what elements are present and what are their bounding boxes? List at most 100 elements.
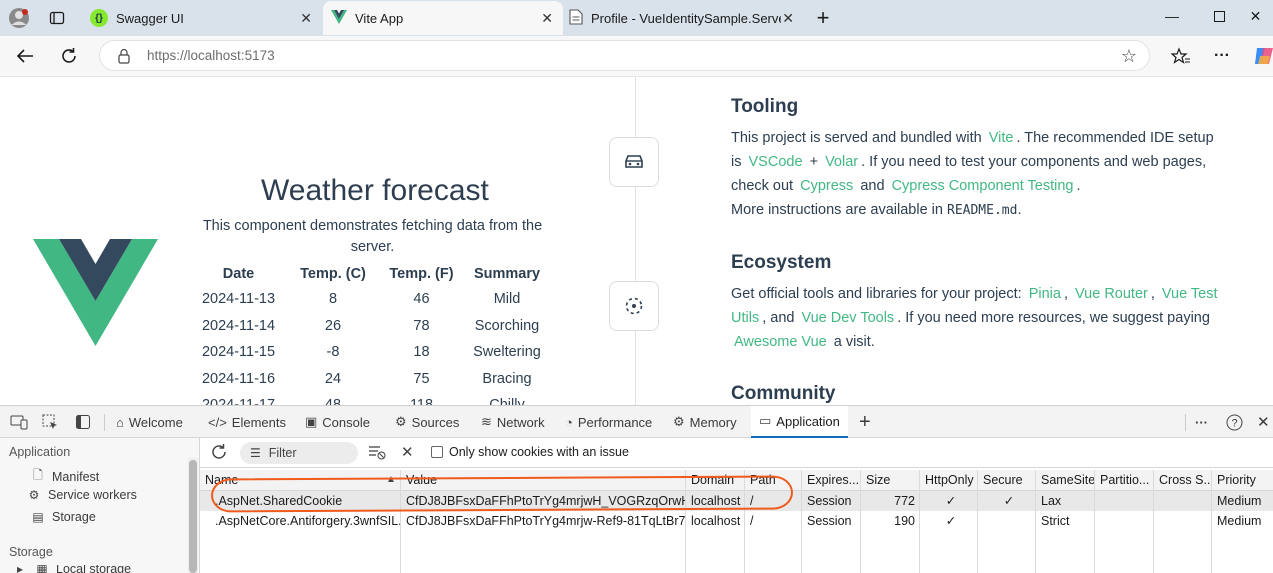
column-divider[interactable] xyxy=(801,470,802,573)
swagger-favicon-icon: {} xyxy=(90,9,108,27)
maximize-icon[interactable] xyxy=(1196,0,1242,32)
url-port: :5173 xyxy=(240,48,275,63)
column-divider[interactable] xyxy=(919,470,920,573)
close-icon[interactable]: ✕ xyxy=(300,10,312,27)
column-header-priority[interactable]: Priority xyxy=(1212,470,1273,490)
back-arrow-icon[interactable] xyxy=(11,42,39,70)
tab-vite-app[interactable]: Vite App ✕ xyxy=(323,1,563,35)
link-vscode[interactable]: VSCode xyxy=(746,154,806,170)
profile-avatar-icon[interactable] xyxy=(6,5,32,31)
filter-placeholder: Filter xyxy=(268,446,297,460)
tab-network[interactable]: ≋ Network xyxy=(481,406,545,438)
column-header-cross-site[interactable]: Cross S... xyxy=(1154,470,1211,490)
column-header-httponly[interactable]: HttpOnly xyxy=(920,470,977,490)
column-header-partition[interactable]: Partitio... xyxy=(1095,470,1152,490)
cell-size: 190 xyxy=(894,514,915,528)
copilot-icon[interactable] xyxy=(1250,42,1273,70)
column-divider[interactable] xyxy=(1211,470,1212,573)
column-divider[interactable] xyxy=(1153,470,1154,573)
column-header-expires[interactable]: Expires... xyxy=(802,470,860,490)
sidebar-item-manifest[interactable]: 🗋 Manifest xyxy=(30,466,99,487)
column-divider[interactable] xyxy=(977,470,978,573)
tab-sources[interactable]: ⚙ Sources xyxy=(395,406,459,438)
code-brackets-icon: </> xyxy=(208,414,227,430)
section-heading: Community xyxy=(731,383,836,404)
refresh-icon[interactable] xyxy=(55,42,83,70)
minimize-icon[interactable]: — xyxy=(1149,0,1195,32)
site-info-lock-icon[interactable] xyxy=(117,48,131,69)
column-divider[interactable] xyxy=(744,470,745,573)
help-icon[interactable]: ? xyxy=(1226,406,1243,438)
column-header-size[interactable]: Size xyxy=(861,470,919,490)
link-vue-test-utils-cont[interactable]: Utils xyxy=(731,310,762,326)
column-divider[interactable] xyxy=(860,470,861,573)
weather-table: Date Temp. (C) Temp. (F) Summary 2024-11… xyxy=(190,262,550,405)
tab-welcome[interactable]: ⌂ Welcome xyxy=(116,406,183,438)
refresh-icon[interactable] xyxy=(210,443,228,464)
link-cypress[interactable]: Cypress xyxy=(797,178,856,194)
cell-name: .AspNet.SharedCookie xyxy=(215,494,343,508)
link-vue-dev-tools[interactable]: Vue Dev Tools xyxy=(798,310,897,326)
sidebar-item-label: Storage xyxy=(52,510,96,524)
vue-favicon-icon xyxy=(331,9,347,27)
tab-console[interactable]: ▣ Console xyxy=(305,406,370,438)
tab-memory[interactable]: ⚙ Memory xyxy=(673,406,737,438)
expand-arrow-icon: ▸ xyxy=(16,565,24,573)
link-vue-router[interactable]: Vue Router xyxy=(1072,286,1151,302)
link-vite[interactable]: Vite xyxy=(986,130,1017,146)
window-close-icon[interactable]: ✕ xyxy=(1238,0,1273,32)
column-header-path[interactable]: Path xyxy=(745,470,804,490)
delete-all-icon[interactable]: ✕ xyxy=(401,443,414,461)
link-cypress-component-testing[interactable]: Cypress Component Testing xyxy=(889,178,1077,194)
sidebar-scrollbar-thumb[interactable] xyxy=(189,460,197,573)
sidebar-group-application: Application xyxy=(9,445,71,459)
cell: Chilly xyxy=(464,392,550,405)
tab-swagger[interactable]: {} Swagger UI ✕ xyxy=(82,1,322,35)
cell-cross-site xyxy=(1154,511,1211,531)
link-awesome-vue[interactable]: Awesome Vue xyxy=(731,334,830,350)
filter-input[interactable]: ☰ Filter xyxy=(240,442,358,464)
link-vue-test-utils[interactable]: Vue Test xyxy=(1159,286,1221,302)
column-header-name[interactable]: Name ▲ xyxy=(200,470,400,490)
add-tool-icon[interactable]: + xyxy=(859,406,871,438)
devtools-close-icon[interactable]: ✕ xyxy=(1257,406,1270,438)
sidebar-item-label: Service workers xyxy=(48,488,137,502)
close-icon[interactable]: ✕ xyxy=(782,10,794,27)
devtools-tab-strip: ⌂ Welcome </> Elements ▣ Console ⚙ Sources ≋… xyxy=(0,405,1273,438)
column-header-value[interactable]: Value xyxy=(401,470,685,490)
favorites-list-icon[interactable] xyxy=(1167,42,1195,70)
clear-filtered-icon[interactable] xyxy=(368,444,386,463)
text: , and xyxy=(762,310,795,326)
sidebar-item-service-workers[interactable]: ⚙ Service workers xyxy=(26,488,137,502)
close-icon[interactable]: ✕ xyxy=(541,10,553,27)
tab-actions-icon[interactable] xyxy=(44,5,70,31)
dock-side-icon[interactable] xyxy=(75,406,91,438)
favorite-star-icon[interactable]: ☆ xyxy=(1121,46,1137,67)
new-tab-icon[interactable]: + xyxy=(810,5,836,31)
sidebar-item-local-storage[interactable]: ▸ ▦ Local storage xyxy=(12,565,131,573)
tab-profile[interactable]: Profile - VueIdentitySample.Serve ✕ xyxy=(564,1,804,35)
column-divider[interactable] xyxy=(685,470,686,573)
column-header-secure[interactable]: Secure xyxy=(978,470,1035,490)
devtools-more-icon[interactable]: ··· xyxy=(1195,406,1208,438)
link-volar[interactable]: Volar xyxy=(822,154,861,170)
link-pinia[interactable]: Pinia xyxy=(1026,286,1064,302)
readme-code: README.md xyxy=(947,203,1018,218)
tab-elements[interactable]: </> Elements xyxy=(208,406,286,438)
column-header-samesite[interactable]: SameSite xyxy=(1036,470,1094,490)
cell-path: / xyxy=(750,494,754,508)
column-header-domain[interactable]: Domain xyxy=(686,470,744,490)
device-emulation-icon[interactable] xyxy=(10,406,28,438)
more-options-icon[interactable]: ··· xyxy=(1208,42,1236,70)
column-divider[interactable] xyxy=(1094,470,1095,573)
text: More instructions are available in xyxy=(731,202,943,218)
tab-label: Sources xyxy=(411,414,460,430)
only-issues-checkbox[interactable] xyxy=(431,446,443,458)
tab-performance[interactable]: ◔ Performance xyxy=(565,406,652,438)
sidebar-item-storage[interactable]: ▤ Storage xyxy=(30,510,96,524)
column-divider[interactable] xyxy=(1035,470,1036,573)
tab-application[interactable]: ▭ Application xyxy=(751,406,848,438)
inspect-icon[interactable] xyxy=(42,406,58,438)
column-divider[interactable] xyxy=(400,470,401,573)
url-input[interactable]: https://localhost:5173 ☆ xyxy=(99,40,1150,71)
